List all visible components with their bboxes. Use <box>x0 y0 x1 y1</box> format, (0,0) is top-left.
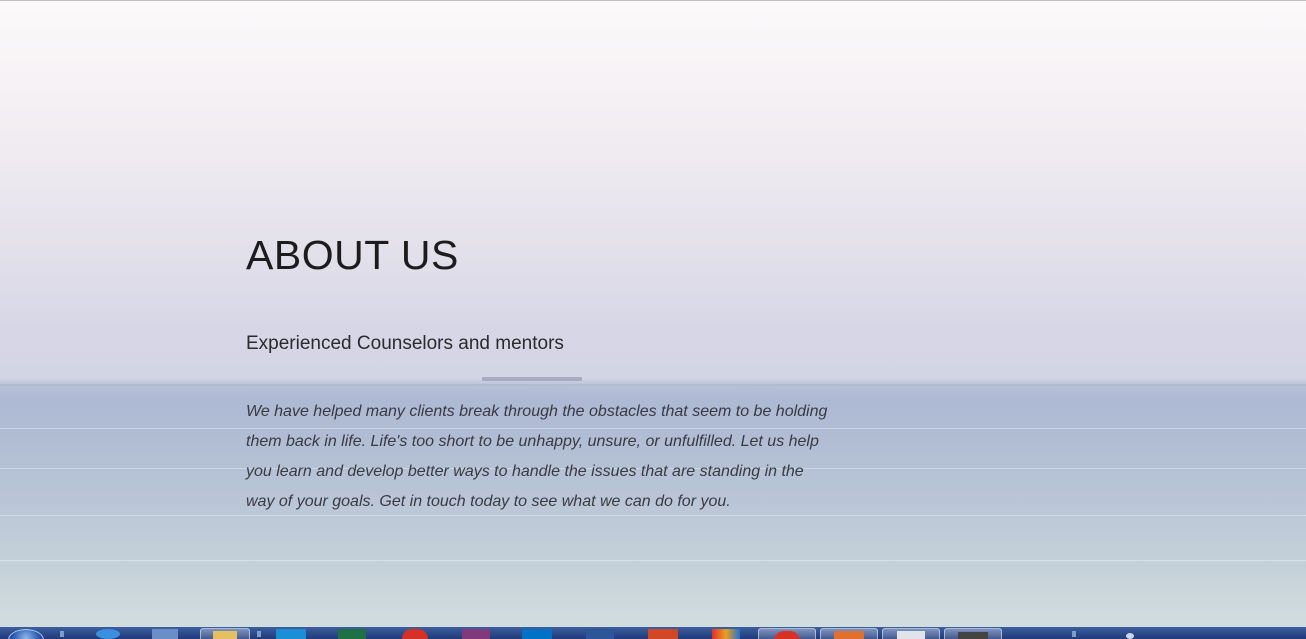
excel-icon[interactable] <box>338 629 366 639</box>
horizon-line <box>0 384 1306 386</box>
dark-app-window-button[interactable] <box>944 628 1002 639</box>
wave-line <box>0 560 1306 561</box>
browser-viewport: ABOUT US Experienced Counselors and ment… <box>0 0 1306 639</box>
notepad-window-button[interactable] <box>882 628 940 639</box>
taskbar-grip[interactable] <box>1072 631 1076 637</box>
about-body-text: We have helped many clients break throug… <box>246 403 828 510</box>
tray-icon[interactable] <box>1126 633 1134 639</box>
taskbar-grip[interactable] <box>60 631 64 637</box>
taskbar-grip[interactable] <box>257 631 261 637</box>
chrome-window-button[interactable] <box>758 628 816 639</box>
ocean-background-image <box>0 0 1306 627</box>
powerpoint-icon[interactable] <box>648 629 678 639</box>
file-explorer-button[interactable] <box>200 628 250 639</box>
about-heading: ABOUT US <box>246 232 459 278</box>
powerpoint-window-icon <box>834 631 864 639</box>
powerpoint-window-button[interactable] <box>820 628 878 639</box>
about-section: ABOUT US Experienced Counselors and ment… <box>246 228 836 510</box>
about-subheading: Experienced Counselors and mentors <box>246 333 564 354</box>
windows-explorer-icon[interactable] <box>152 629 178 639</box>
distant-ship <box>482 377 582 381</box>
hp-icon[interactable] <box>276 629 306 639</box>
top-border <box>0 0 1306 1</box>
chrome-icon[interactable] <box>402 629 428 639</box>
dark-app-icon <box>958 632 988 639</box>
onenote-icon[interactable] <box>462 629 490 639</box>
start-button[interactable] <box>8 629 44 639</box>
chrome-active-icon <box>774 631 800 639</box>
windows-taskbar <box>0 627 1306 639</box>
internet-explorer-icon[interactable] <box>96 629 120 639</box>
notepad-icon <box>897 631 925 639</box>
multicolor-app-icon[interactable] <box>712 629 740 639</box>
word-icon[interactable] <box>586 629 614 639</box>
outlook-icon[interactable] <box>522 629 552 639</box>
folder-icon <box>213 631 237 639</box>
